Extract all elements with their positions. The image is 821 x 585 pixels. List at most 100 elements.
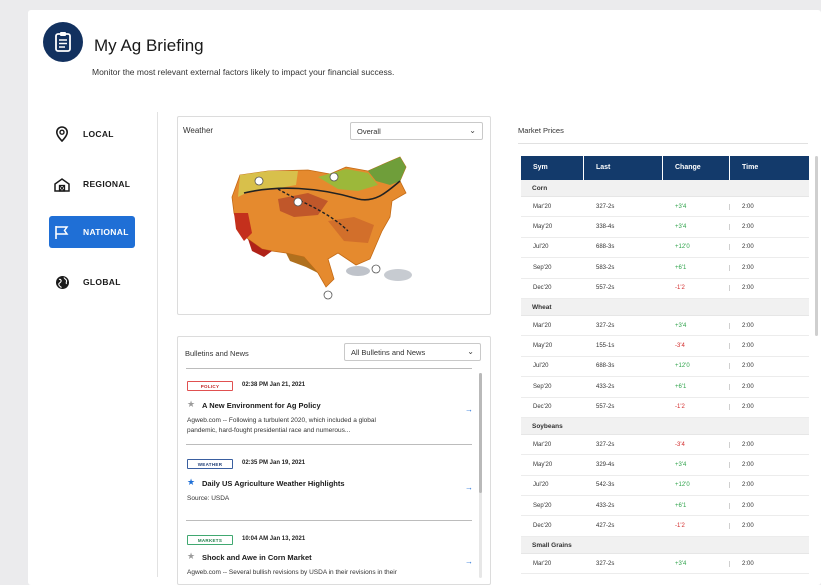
cell-sym: Sep'20 bbox=[533, 383, 552, 390]
market-scrollbar[interactable] bbox=[815, 156, 818, 336]
cell-time: 2:00 bbox=[742, 404, 754, 411]
star-icon[interactable]: ★ bbox=[187, 477, 195, 488]
cell-time: 2:00 bbox=[742, 441, 754, 448]
cell-sym: Mar'20 bbox=[533, 560, 552, 567]
us-weather-map[interactable] bbox=[178, 141, 490, 313]
table-row[interactable]: Dec'20 557-2s -1'2 2:00 bbox=[521, 398, 809, 418]
table-header: Sym Last Change Time bbox=[521, 156, 809, 180]
star-icon[interactable]: ★ bbox=[187, 551, 195, 562]
bulletins-select-value: All Bulletins and News bbox=[351, 348, 426, 357]
cell-change: +6'1 bbox=[663, 264, 730, 271]
nav-label-regional: REGIONAL bbox=[83, 179, 131, 189]
cell-sym: Mar'20 bbox=[533, 203, 552, 210]
weather-view-select[interactable]: Overall ⌄ bbox=[350, 122, 483, 140]
nav-item-global[interactable]: GLOBAL bbox=[49, 266, 135, 298]
cell-last: 542-3s bbox=[596, 482, 615, 489]
arrow-right-icon[interactable]: → bbox=[465, 483, 473, 492]
location-pin-icon bbox=[53, 125, 71, 143]
cell-last: 557-2s bbox=[596, 285, 615, 292]
star-icon[interactable]: ★ bbox=[187, 399, 195, 410]
news-item[interactable]: WEATHER 02:35 PM Jan 19, 2021 ★ Daily US… bbox=[186, 451, 473, 521]
col-header-change[interactable]: Change bbox=[663, 156, 730, 180]
news-time: 02:35 PM Jan 19, 2021 bbox=[242, 460, 306, 466]
news-desc-line2: pandemic, hard-fought presidential race … bbox=[187, 427, 351, 434]
cell-last: 433-2s bbox=[596, 383, 615, 390]
nav-item-local[interactable]: LOCAL bbox=[49, 118, 135, 150]
globe-icon bbox=[53, 273, 71, 291]
news-item[interactable]: MARKETS 10:04 AM Jan 13, 2021 ★ Shock an… bbox=[186, 527, 473, 584]
cell-change: +12'0 bbox=[663, 363, 730, 370]
news-desc-line1: Agweb.com -- Following a turbulent 2020,… bbox=[187, 417, 376, 424]
cell-last: 327-2s bbox=[596, 203, 615, 210]
table-row[interactable]: Sep'20 433-2s +6'1 2:00 bbox=[521, 377, 809, 398]
cell-time: 2:00 bbox=[742, 461, 754, 468]
col-header-time[interactable]: Time bbox=[730, 156, 809, 180]
table-row[interactable]: Jul'20 688-3s +12'0 2:00 bbox=[521, 357, 809, 378]
cell-last: 688-3s bbox=[596, 363, 615, 370]
cell-change: +3'4 bbox=[663, 461, 730, 468]
table-row[interactable]: Mar'20 327-2s +3'4 2:00 bbox=[521, 316, 809, 337]
page-title: My Ag Briefing bbox=[94, 36, 204, 55]
cell-sym: Dec'20 bbox=[533, 285, 552, 292]
cell-last: 327-2s bbox=[596, 441, 615, 448]
table-row[interactable]: Dec'20 427-2s -1'2 2:00 bbox=[521, 516, 809, 537]
col-header-sym[interactable]: Sym bbox=[521, 156, 584, 180]
cell-sym: May'20 bbox=[533, 224, 553, 231]
table-row[interactable]: Mar'20 327-2s +3'4 2:00 bbox=[521, 197, 809, 218]
cell-last: 427-2s bbox=[596, 523, 615, 530]
market-divider bbox=[518, 143, 808, 144]
col-header-last[interactable]: Last bbox=[584, 156, 663, 180]
cell-change: -1'2 bbox=[663, 523, 730, 530]
table-row[interactable]: Dec'20 557-2s -1'2 2:00 bbox=[521, 279, 809, 299]
table-row[interactable]: Sep'20 433-2s +6'1 2:00 bbox=[521, 496, 809, 517]
news-badge-weather: WEATHER bbox=[187, 459, 233, 469]
bulletins-filter-select[interactable]: All Bulletins and News ⌄ bbox=[344, 343, 481, 361]
cell-last: 329-4s bbox=[596, 461, 615, 468]
market-prices-table: Sym Last Change Time Corn Mar'20 327-2s +3'… bbox=[521, 156, 809, 575]
cell-last: 327-2s bbox=[596, 322, 615, 329]
table-row[interactable]: May'20 329-4s +3'4 2:00 bbox=[521, 455, 809, 476]
news-title[interactable]: A New Environment for Ag Policy bbox=[202, 401, 321, 410]
nav-item-national[interactable]: NATIONAL bbox=[49, 216, 135, 248]
table-group-header: Corn bbox=[521, 180, 809, 197]
table-row[interactable]: Jul'20 542-3s +12'0 2:00 bbox=[521, 476, 809, 497]
cell-time: 2:00 bbox=[742, 322, 754, 329]
table-row[interactable]: Sep'20 583-2s +6'1 2:00 bbox=[521, 258, 809, 279]
cell-time: 2:00 bbox=[742, 523, 754, 530]
cell-change: +12'0 bbox=[663, 482, 730, 489]
cell-sym: Jul'20 bbox=[533, 482, 549, 489]
chevron-down-icon: ⌄ bbox=[469, 126, 476, 135]
cell-sym: Dec'20 bbox=[533, 404, 552, 411]
cell-last: 688-3s bbox=[596, 244, 615, 251]
briefing-logo-icon bbox=[43, 22, 83, 62]
table-row[interactable]: Mar'20 327-2s +3'4 2:00 bbox=[521, 554, 809, 575]
cell-last: 583-2s bbox=[596, 264, 615, 271]
cell-sym: Jul'20 bbox=[533, 244, 549, 251]
cell-time: 2:00 bbox=[742, 363, 754, 370]
table-row[interactable]: Mar'20 327-2s -3'4 2:00 bbox=[521, 435, 809, 456]
chevron-down-icon: ⌄ bbox=[467, 347, 474, 356]
bulletins-scrollbar-thumb[interactable] bbox=[479, 373, 482, 493]
weather-label: Weather bbox=[183, 126, 214, 135]
weather-panel: Weather Overall ⌄ bbox=[177, 116, 491, 315]
news-title[interactable]: Daily US Agriculture Weather Highlights bbox=[202, 479, 345, 488]
cell-change: -3'4 bbox=[663, 441, 730, 448]
nav-item-regional[interactable]: REGIONAL bbox=[49, 168, 135, 200]
news-item[interactable]: POLICY 02:38 PM Jan 21, 2021 ★ A New Env… bbox=[186, 375, 473, 451]
arrow-right-icon[interactable]: → bbox=[465, 557, 473, 566]
news-source: Source: USDA bbox=[187, 495, 230, 502]
bulletins-header-divider bbox=[186, 368, 472, 369]
cell-sym: May'20 bbox=[533, 461, 553, 468]
cell-time: 2:00 bbox=[742, 285, 754, 292]
news-divider bbox=[186, 520, 472, 521]
cell-last: 327-2s bbox=[596, 560, 615, 567]
table-row[interactable]: Jul'20 688-3s +12'0 2:00 bbox=[521, 238, 809, 259]
table-row[interactable]: May'20 338-4s +3'4 2:00 bbox=[521, 217, 809, 238]
news-title[interactable]: Shock and Awe in Corn Market bbox=[202, 553, 312, 562]
cell-change: -1'2 bbox=[663, 285, 730, 292]
table-row[interactable]: May'20 155-1s -3'4 2:00 bbox=[521, 336, 809, 357]
arrow-right-icon[interactable]: → bbox=[465, 405, 473, 414]
cell-sym: Sep'20 bbox=[533, 502, 552, 509]
cell-change: +3'4 bbox=[663, 224, 730, 231]
cell-time: 2:00 bbox=[742, 482, 754, 489]
